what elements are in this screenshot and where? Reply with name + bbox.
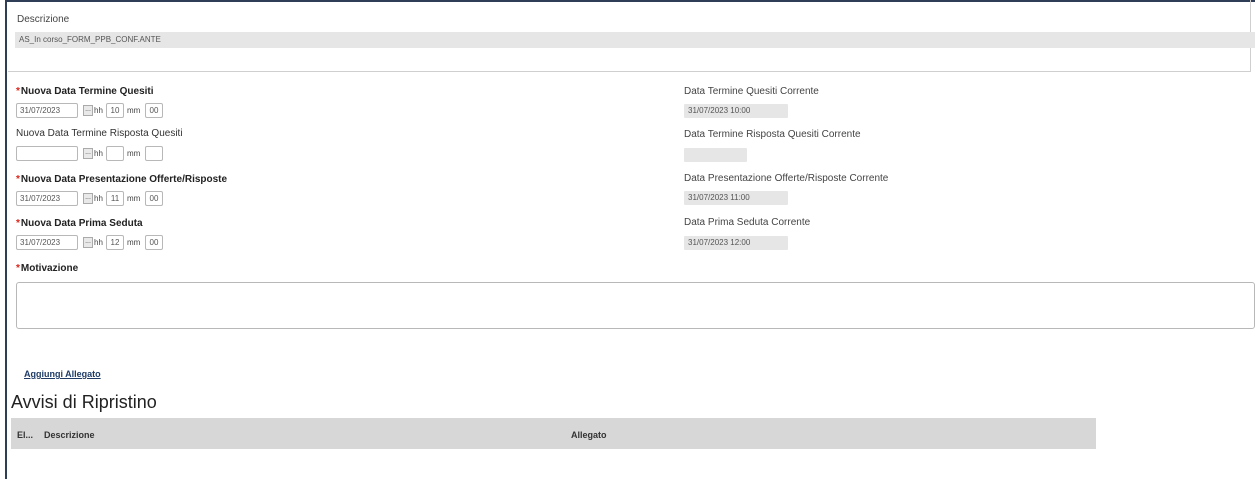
- current-termine-quesiti-value: 31/07/2023 10:00: [684, 104, 788, 118]
- termine-quesiti-label: *Nuova Data Termine Quesiti: [16, 86, 154, 97]
- current-prima-seduta-label: Data Prima Seduta Corrente: [684, 217, 811, 228]
- hh-label: hh: [94, 238, 103, 247]
- prima-seduta-label-text: Nuova Data Prima Seduta: [20, 218, 143, 229]
- mm-label: mm: [127, 106, 141, 115]
- avvisi-table-header: El... Descrizione Allegato: [11, 418, 1096, 449]
- current-presentazione-value: 31/07/2023 11:00: [684, 191, 788, 205]
- current-termine-quesiti-label: Data Termine Quesiti Corrente: [684, 86, 819, 97]
- current-termine-risposta-value: [684, 148, 747, 162]
- current-presentazione-label: Data Presentazione Offerte/Risposte Corr…: [684, 173, 889, 184]
- presentazione-hh-input[interactable]: 11: [106, 191, 124, 206]
- hh-label: hh: [94, 149, 103, 158]
- prima-seduta-date-input[interactable]: 31/07/2023: [16, 235, 78, 250]
- motivazione-label: *Motivazione: [16, 263, 78, 274]
- prima-seduta-label: *Nuova Data Prima Seduta: [16, 218, 143, 229]
- termine-risposta-calendar-button[interactable]: ...: [83, 148, 93, 159]
- required-mark: *: [16, 174, 20, 185]
- presentazione-calendar-button[interactable]: ...: [83, 193, 93, 204]
- termine-quesiti-calendar-button[interactable]: ...: [83, 105, 93, 116]
- current-termine-risposta-label: Data Termine Risposta Quesiti Corrente: [684, 129, 861, 140]
- termine-risposta-label: Nuova Data Termine Risposta Quesiti: [16, 128, 183, 139]
- required-mark: *: [16, 263, 20, 274]
- mm-label: mm: [127, 149, 141, 158]
- motivazione-label-text: Motivazione: [20, 263, 79, 274]
- add-attachment-link[interactable]: Aggiungi Allegato: [24, 369, 101, 379]
- termine-quesiti-mm-input[interactable]: 00: [145, 103, 163, 118]
- termine-quesiti-hh-input[interactable]: 10: [106, 103, 124, 118]
- mm-label: mm: [127, 194, 141, 203]
- motivazione-textarea[interactable]: [16, 282, 1255, 329]
- description-value: AS_In corso_FORM_PPB_CONF.ANTE: [15, 32, 1255, 48]
- presentazione-label-text: Nuova Data Presentazione Offerte/Rispost…: [20, 174, 228, 185]
- presentazione-date-input[interactable]: 31/07/2023: [16, 191, 78, 206]
- description-label: Descrizione: [17, 14, 70, 25]
- column-header-allegato[interactable]: Allegato: [571, 430, 607, 440]
- termine-risposta-hh-input[interactable]: [106, 146, 124, 161]
- presentazione-mm-input[interactable]: 00: [145, 191, 163, 206]
- prima-seduta-calendar-button[interactable]: ...: [83, 237, 93, 248]
- prima-seduta-mm-input[interactable]: 00: [145, 235, 163, 250]
- termine-quesiti-date-input[interactable]: 31/07/2023: [16, 103, 78, 118]
- termine-quesiti-label-text: Nuova Data Termine Quesiti: [20, 86, 154, 97]
- termine-risposta-date-input[interactable]: [16, 146, 78, 161]
- termine-risposta-mm-input[interactable]: [145, 146, 163, 161]
- hh-label: hh: [94, 194, 103, 203]
- column-header-descrizione[interactable]: Descrizione: [44, 430, 95, 440]
- mm-label: mm: [127, 238, 141, 247]
- hh-label: hh: [94, 106, 103, 115]
- presentazione-label: *Nuova Data Presentazione Offerte/Rispos…: [16, 174, 227, 185]
- current-prima-seduta-value: 31/07/2023 12:00: [684, 236, 788, 250]
- column-header-el[interactable]: El...: [17, 430, 33, 440]
- required-mark: *: [16, 86, 20, 97]
- avvisi-section-title: Avvisi di Ripristino: [11, 392, 157, 412]
- prima-seduta-hh-input[interactable]: 12: [106, 235, 124, 250]
- required-mark: *: [16, 218, 20, 229]
